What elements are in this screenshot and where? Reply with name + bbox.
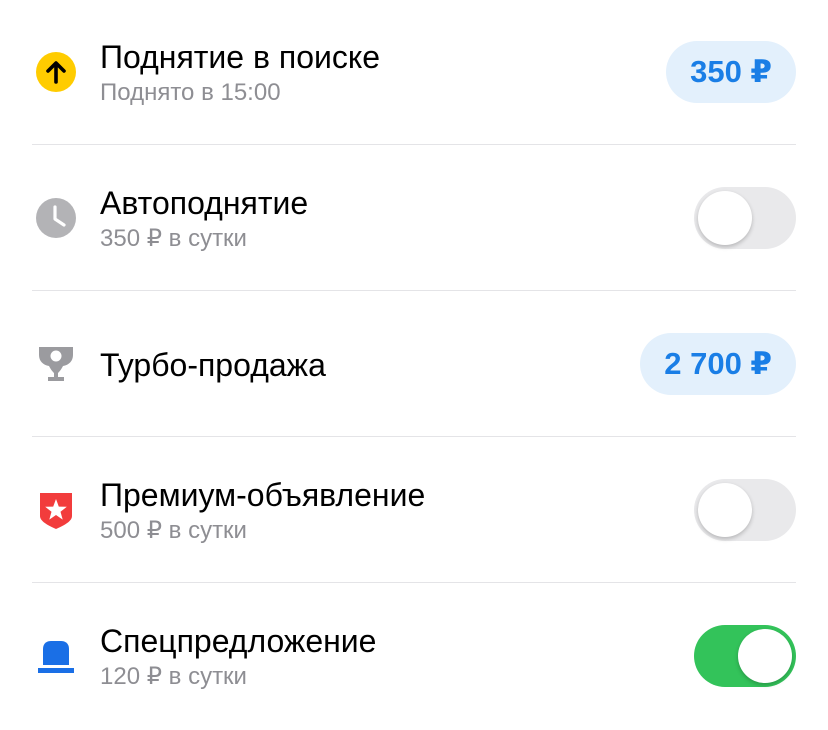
option-texts: Спецпредложение 120 ₽ в сутки <box>100 622 376 692</box>
option-subtitle: 500 ₽ в сутки <box>100 517 247 544</box>
option-title: Спецпредложение <box>100 623 377 659</box>
option-subtitle: 120 ₽ в сутки <box>100 663 247 690</box>
star-badge-icon <box>35 489 77 531</box>
toggle-knob <box>698 483 752 537</box>
option-texts: Поднятие в поиске Поднято в 15:00 <box>100 38 380 108</box>
divider <box>32 582 796 583</box>
option-row-turbo-sale[interactable]: Турбо-продажа 2 700 ₽ <box>0 292 828 438</box>
trophy-icon <box>35 343 77 385</box>
option-subtitle: 350 ₽ в сутки <box>100 225 247 252</box>
option-row-search-raise[interactable]: Поднятие в поиске Поднято в 15:00 350 ₽ <box>0 0 828 146</box>
toggle-knob <box>738 629 792 683</box>
price-button[interactable]: 350 ₽ <box>666 41 796 103</box>
divider <box>32 436 796 437</box>
special-offer-toggle[interactable] <box>694 625 796 687</box>
option-subtitle: Поднято в 15:00 <box>100 79 281 106</box>
premium-toggle[interactable] <box>694 479 796 541</box>
arrow-up-circle-icon <box>35 51 77 93</box>
option-title: Премиум-объявление <box>100 477 426 513</box>
option-row-premium[interactable]: Премиум-объявление 500 ₽ в сутки <box>0 438 828 584</box>
option-title: Автоподнятие <box>100 185 309 221</box>
toggle-knob <box>698 191 752 245</box>
option-title: Турбо-продажа <box>100 347 326 383</box>
auto-raise-toggle[interactable] <box>694 187 796 249</box>
divider <box>32 290 796 291</box>
divider <box>32 144 796 145</box>
option-row-special-offer[interactable]: Спецпредложение 120 ₽ в сутки <box>0 584 828 730</box>
option-title: Поднятие в поиске <box>100 39 381 75</box>
option-texts: Турбо-продажа <box>100 346 326 384</box>
option-texts: Автоподнятие 350 ₽ в сутки <box>100 184 308 254</box>
clock-icon <box>35 197 77 239</box>
price-button[interactable]: 2 700 ₽ <box>640 333 796 395</box>
option-row-auto-raise[interactable]: Автоподнятие 350 ₽ в сутки <box>0 146 828 292</box>
flashing-light-icon <box>35 635 77 677</box>
promotion-options-list: Поднятие в поиске Поднято в 15:00 350 ₽ … <box>0 0 828 728</box>
option-texts: Премиум-объявление 500 ₽ в сутки <box>100 476 425 546</box>
